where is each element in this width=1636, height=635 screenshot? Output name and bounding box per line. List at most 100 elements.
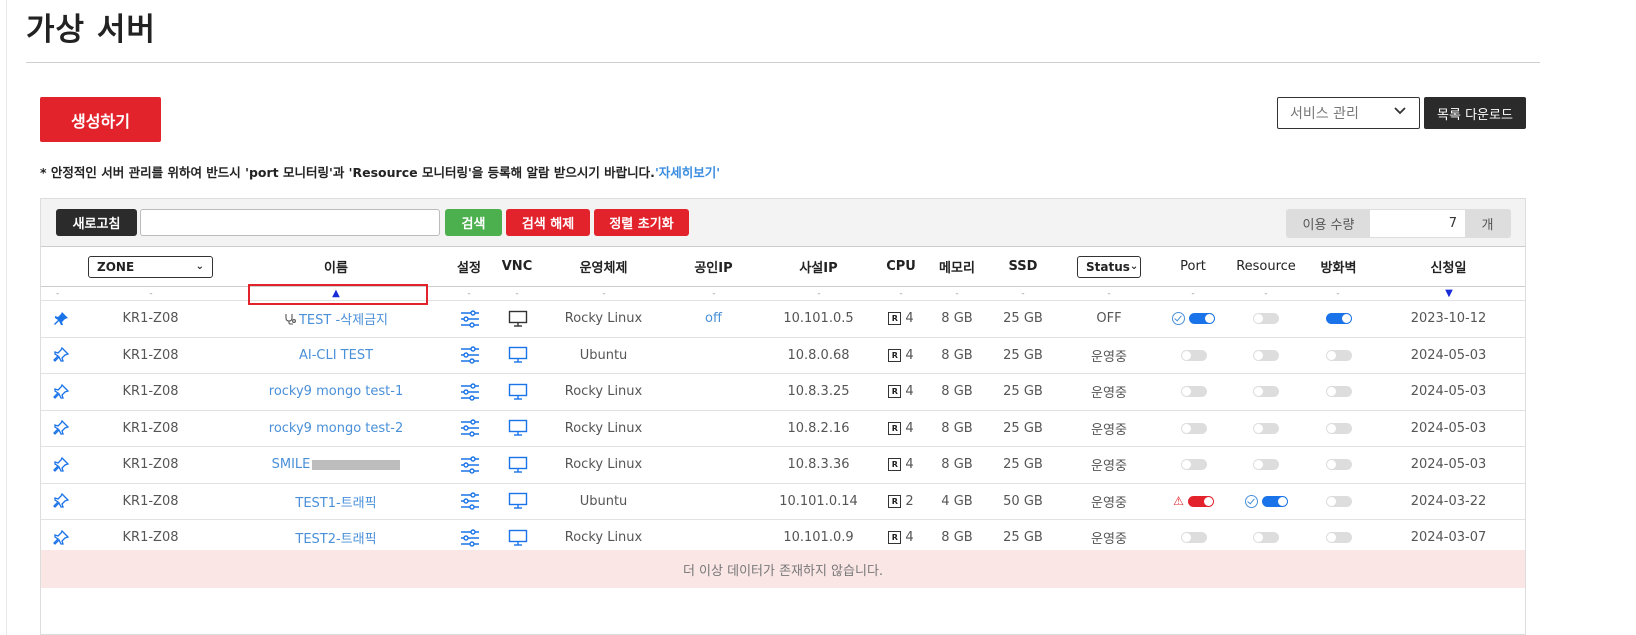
monitor-icon[interactable]	[507, 374, 529, 410]
server-name-link[interactable]: TEST2-트래픽	[295, 528, 376, 547]
server-name-link[interactable]: rocky9 mongo test-2	[269, 421, 403, 436]
r-badge-icon: R	[888, 312, 902, 326]
firewall-toggle[interactable]	[1325, 386, 1352, 398]
service-select[interactable]: 서비스 관리	[1277, 97, 1420, 129]
resource-toggle[interactable]	[1253, 532, 1279, 544]
zone-filter[interactable]: ZONE ⌄	[88, 247, 213, 286]
table-row[interactable]: KR1-Z08 TEST -삭제금지 Rocky Linux off 10.101.0.…	[41, 301, 1525, 338]
cpu-cell: R4	[881, 411, 921, 447]
resource-toggle[interactable]	[1253, 349, 1279, 361]
download-list-button[interactable]: 목록 다운로드	[1424, 97, 1526, 129]
firewall-toggle[interactable]	[1325, 349, 1352, 361]
public-ip-cell[interactable]: off	[681, 301, 746, 337]
col-ssd[interactable]: SSD	[999, 247, 1047, 286]
resource-toggle[interactable]	[1253, 459, 1279, 471]
port-toggle[interactable]	[1180, 532, 1207, 544]
server-name-link[interactable]: TEST1-트래픽	[295, 492, 376, 511]
sort-dot: -	[1021, 288, 1025, 299]
settings-sliders-icon[interactable]	[459, 301, 481, 337]
name-cell[interactable]: rocky9 mongo test-1	[241, 374, 431, 410]
redacted-name	[312, 459, 401, 470]
pin-icon[interactable]	[51, 484, 71, 520]
firewall-toggle[interactable]	[1325, 313, 1352, 325]
status-select[interactable]: Status ⌄	[1077, 255, 1141, 278]
server-name-link[interactable]: rocky9 mongo test-1	[269, 384, 403, 399]
name-cell[interactable]: TEST1-트래픽	[241, 484, 431, 520]
pin-icon[interactable]	[51, 411, 71, 447]
no-more-data: 더 이상 데이터가 존재하지 않습니다.	[41, 550, 1525, 588]
resource-toggle[interactable]	[1253, 422, 1279, 434]
pin-icon[interactable]	[51, 447, 71, 483]
resource-toggle[interactable]	[1253, 386, 1279, 398]
sort-desc-icon[interactable]: ▼	[1442, 287, 1456, 300]
create-button[interactable]: 생성하기	[40, 97, 161, 142]
settings-sliders-icon[interactable]	[459, 447, 481, 483]
col-cpu[interactable]: CPU	[881, 247, 921, 286]
port-toggle[interactable]	[1180, 386, 1207, 398]
cpu-cell: R4	[881, 301, 921, 337]
monitor-icon[interactable]	[507, 338, 529, 374]
public-ip-cell[interactable]	[681, 411, 746, 447]
pin-icon[interactable]	[51, 374, 71, 410]
zone-cell: KR1-Z08	[122, 420, 179, 436]
name-cell[interactable]: TEST -삭제금지	[241, 301, 431, 337]
port-toggle[interactable]	[1180, 422, 1207, 434]
zone-select[interactable]: ZONE ⌄	[88, 255, 213, 278]
firewall-toggle[interactable]	[1325, 532, 1352, 544]
settings-sliders-icon[interactable]	[459, 484, 481, 520]
details-link[interactable]: '자세히보기'	[655, 165, 720, 180]
col-memory[interactable]: 메모리	[931, 247, 983, 286]
public-ip-cell[interactable]	[681, 447, 746, 483]
firewall-cell	[1311, 338, 1366, 374]
settings-sliders-icon[interactable]	[459, 338, 481, 374]
server-name-link[interactable]: SMILE	[272, 457, 311, 472]
public-ip-cell[interactable]	[681, 374, 746, 410]
table-row[interactable]: KR1-Z08 SMILE Rocky Linux 10.8.3.36 R 4 8 GB 25…	[41, 447, 1525, 484]
table-row[interactable]: KR1-Z08 TEST1-트래픽 Ubuntu 10.101.0.14 R 2 4 GB 5…	[41, 484, 1525, 520]
reset-sort-button[interactable]: 정렬 초기화	[594, 209, 689, 236]
col-public-ip[interactable]: 공인IP	[681, 247, 746, 286]
resource-toggle[interactable]	[1253, 313, 1279, 325]
firewall-toggle[interactable]	[1325, 459, 1352, 471]
firewall-toggle[interactable]	[1325, 495, 1352, 507]
col-private-ip[interactable]: 사설IP	[771, 247, 866, 286]
clear-search-button[interactable]: 검색 해제	[506, 209, 590, 236]
table-row[interactable]: KR1-Z08 rocky9 mongo test-1 Rocky Linux 10.…	[41, 374, 1525, 411]
search-input[interactable]	[140, 209, 440, 236]
port-toggle[interactable]	[1189, 313, 1215, 325]
port-cell	[1156, 338, 1231, 374]
col-os[interactable]: 운영체제	[551, 247, 656, 286]
monitor-icon[interactable]	[507, 301, 529, 337]
status-cell: 운영중	[1091, 422, 1127, 438]
monitor-icon[interactable]	[507, 411, 529, 447]
public-ip-cell[interactable]	[681, 338, 746, 374]
monitor-icon[interactable]	[507, 447, 529, 483]
settings-sliders-icon[interactable]	[459, 374, 481, 410]
server-name-link[interactable]: AI-CLI TEST	[299, 348, 373, 363]
refresh-button[interactable]: 새로고침	[56, 209, 137, 236]
settings-sliders-icon[interactable]	[459, 411, 481, 447]
status-cell: 운영중	[1091, 349, 1127, 365]
date-cell: 2024-03-22	[1410, 493, 1487, 509]
monitor-icon[interactable]	[507, 484, 529, 520]
name-cell[interactable]: rocky9 mongo test-2	[241, 411, 431, 447]
table-row[interactable]: KR1-Z08 rocky9 mongo test-2 Rocky Linux 10.…	[41, 411, 1525, 447]
server-name-link[interactable]: TEST -삭제금지	[299, 309, 388, 328]
status-filter[interactable]: Status ⌄	[1077, 247, 1141, 286]
public-ip-cell[interactable]	[681, 484, 746, 520]
col-settings: 설정	[457, 261, 481, 276]
table-row[interactable]: KR1-Z08 AI-CLI TEST Ubuntu 10.8.0.68 R 4 8 GB 2…	[41, 338, 1525, 374]
status-cell: 운영중	[1091, 386, 1127, 402]
port-toggle[interactable]	[1180, 349, 1207, 361]
col-name[interactable]: 이름	[281, 247, 391, 286]
resource-toggle[interactable]	[1261, 495, 1288, 507]
search-button[interactable]: 검색	[445, 209, 502, 236]
port-toggle[interactable]	[1187, 495, 1214, 507]
pin-icon[interactable]	[51, 338, 71, 374]
name-cell[interactable]: AI-CLI TEST	[241, 338, 431, 374]
pin-icon[interactable]	[51, 301, 71, 337]
firewall-toggle[interactable]	[1325, 422, 1352, 434]
port-toggle[interactable]	[1180, 459, 1207, 471]
name-cell[interactable]: SMILE	[241, 447, 431, 483]
col-date[interactable]: 신청일	[1406, 247, 1491, 286]
